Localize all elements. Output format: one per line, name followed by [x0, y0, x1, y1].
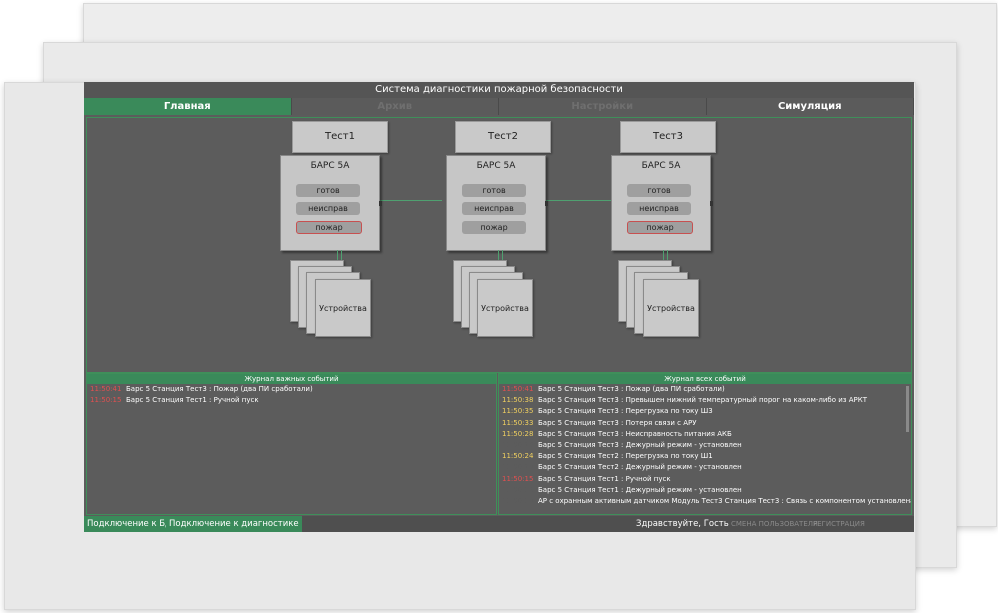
log-message: АР с охранным активным датчиком Модуль Т…: [538, 496, 912, 505]
status-fire: пожар: [296, 221, 362, 234]
status-fault: неисправ: [462, 202, 526, 215]
log-row[interactable]: 11:50:41 Барс 5 Станция Тест3 : Пожар (дв…: [87, 384, 496, 395]
cabinet-title: БАРС 5А: [310, 161, 350, 171]
register-user-link[interactable]: РЕГИСТРАЦИЯ ПОЛЬЗОВАТЕЛЯ: [813, 516, 914, 532]
window-title: Система диагностики пожарной безопасност…: [84, 82, 914, 98]
log-row[interactable]: 11:50:35 Барс 5 Станция Тест3 : Перегрузк…: [499, 406, 911, 417]
log-time: 11:50:35: [502, 407, 534, 416]
log-row[interactable]: 11:50:38 Барс 5 Станция Тест3 : Превышен …: [499, 395, 911, 406]
cabinet-handle: [710, 201, 713, 206]
cabinet-title: БАРС 5А: [476, 161, 516, 171]
log-message: Барс 5 Станция Тест1 : Ручной пуск: [538, 474, 671, 483]
devices-label: Устройства: [319, 304, 367, 313]
log-message: Барс 5 Станция Тест3 : Пожар (два ПИ сра…: [538, 385, 725, 393]
important-events-list[interactable]: 11:50:41 Барс 5 Станция Тест3 : Пожар (дв…: [87, 384, 496, 406]
log-message: Барс 5 Станция Тест3 : Потеря связи с АР…: [538, 418, 697, 427]
important-events-panel: Журнал важных событий 11:50:41 Барс 5 Ста…: [86, 373, 497, 515]
log-row[interactable]: 11:50:20 Барс 5 Станция Тест2 : Дежурный …: [499, 462, 911, 473]
log-time: 11:50:26: [502, 440, 534, 449]
log-time: 11:50:41: [502, 385, 534, 393]
log-row[interactable]: 11:50:41 Барс 5 Станция Тест3 : Пожар (дв…: [499, 384, 911, 395]
log-row[interactable]: 11:50:26 Барс 5 Станция Тест3 : Дежурный …: [499, 440, 911, 451]
all-events-title: Журнал всех событий: [499, 374, 911, 384]
important-events-title: Журнал важных событий: [87, 374, 496, 384]
log-time: 11:50:15: [90, 396, 122, 405]
log-row[interactable]: 11:50:12 Барс 5 Станция Тест1 : Дежурный …: [499, 485, 911, 496]
tab-archive[interactable]: Архив: [291, 98, 499, 115]
all-events-scrollbar[interactable]: [906, 386, 909, 432]
app-window: Система диагностики пожарной безопасност…: [84, 82, 914, 532]
log-row[interactable]: 11:50:10 АР с охранным активным датчиком …: [499, 496, 911, 507]
all-events-panel: Журнал всех событий 11:50:41 Барс 5 Станц…: [498, 373, 912, 515]
change-user-link[interactable]: СМЕНА ПОЛЬЗОВАТЕЛЯ: [731, 516, 818, 532]
log-time: 11:50:33: [502, 418, 534, 427]
log-time: 11:50:10: [502, 496, 534, 505]
log-message: Барс 5 Станция Тест2 : Перегрузка по ток…: [538, 452, 713, 461]
status-ready: готов: [296, 184, 360, 197]
devices-box-2[interactable]: Устройства: [477, 279, 533, 337]
devices-box-1[interactable]: Устройства: [315, 279, 371, 337]
status-bar: Подключение к БД Подключение к диагности…: [84, 516, 914, 532]
status-fault: неисправ: [627, 202, 691, 215]
station-diagram: Тест1 БАРС 5А готов неисправ пожар Устро…: [86, 117, 912, 373]
devices-label: Устройства: [481, 304, 529, 313]
cabinet-handle: [545, 201, 548, 206]
status-fire: пожар: [462, 221, 526, 234]
log-message: Барс 5 Станция Тест3 : Пожар (два ПИ сра…: [126, 385, 313, 393]
log-message: Барс 5 Станция Тест3 : Превышен нижний т…: [538, 396, 867, 405]
log-time: 11:50:28: [502, 429, 534, 438]
cabinet-3[interactable]: БАРС 5А готов неисправ пожар: [611, 155, 713, 251]
log-row[interactable]: 11:50:33 Барс 5 Станция Тест3 : Потеря св…: [499, 418, 911, 429]
link-wire-1-2: [379, 200, 442, 201]
devices-label: Устройства: [647, 304, 695, 313]
log-row[interactable]: 11:50:15 Барс 5 Станция Тест1 : Ручной пу…: [87, 395, 496, 406]
station-label-3[interactable]: Тест3: [620, 121, 716, 153]
log-message: Барс 5 Станция Тест2 : Дежурный режим - …: [538, 463, 742, 472]
status-ready: готов: [627, 184, 691, 197]
cabinet-2[interactable]: БАРС 5А готов неисправ пожар: [446, 155, 548, 251]
log-message: Барс 5 Станция Тест1 : Дежурный режим - …: [538, 485, 742, 494]
cabinet-title: БАРС 5А: [641, 161, 681, 171]
log-message: Барс 5 Станция Тест3 : Неисправность пит…: [538, 429, 732, 438]
greeting-text: Здравствуйте, Гость: [636, 519, 729, 529]
tab-settings[interactable]: Настройки: [499, 98, 707, 115]
status-fire: пожар: [627, 221, 693, 234]
log-message: Барс 5 Станция Тест3 : Перегрузка по ток…: [538, 407, 713, 416]
log-time: 11:50:20: [502, 463, 534, 472]
db-connection-button[interactable]: Подключение к БД: [84, 516, 175, 532]
cabinet-1[interactable]: БАРС 5А готов неисправ пожар: [280, 155, 382, 251]
log-time: 11:50:15: [502, 474, 534, 483]
devices-box-3[interactable]: Устройства: [643, 279, 699, 337]
status-ready: готов: [462, 184, 526, 197]
log-message: Барс 5 Станция Тест3 : Дежурный режим - …: [538, 440, 742, 449]
log-time: 11:50:38: [502, 396, 534, 405]
all-events-list[interactable]: 11:50:41 Барс 5 Станция Тест3 : Пожар (дв…: [499, 384, 911, 507]
log-row[interactable]: 11:50:24 Барс 5 Станция Тест2 : Перегрузк…: [499, 451, 911, 462]
log-row[interactable]: 11:50:15 Барс 5 Станция Тест1 : Ручной пу…: [499, 474, 911, 485]
link-wire-2-3: [543, 200, 612, 201]
log-message: Барс 5 Станция Тест1 : Ручной пуск: [126, 396, 259, 405]
station-label-2[interactable]: Тест2: [455, 121, 551, 153]
tab-bar: Главная Архив Настройки Симуляция: [84, 98, 914, 115]
tab-main[interactable]: Главная: [84, 98, 292, 115]
tab-simulation[interactable]: Симуляция: [706, 98, 914, 115]
station-label-1[interactable]: Тест1: [292, 121, 388, 153]
diag-connection-button[interactable]: Подключение к диагностике: [166, 516, 302, 532]
log-time: 11:50:12: [502, 485, 534, 494]
cabinet-handle: [379, 201, 382, 206]
log-row[interactable]: 11:50:28 Барс 5 Станция Тест3 : Неисправн…: [499, 429, 911, 440]
log-time: 11:50:24: [502, 452, 534, 461]
log-time: 11:50:41: [90, 385, 122, 393]
status-fault: неисправ: [296, 202, 360, 215]
